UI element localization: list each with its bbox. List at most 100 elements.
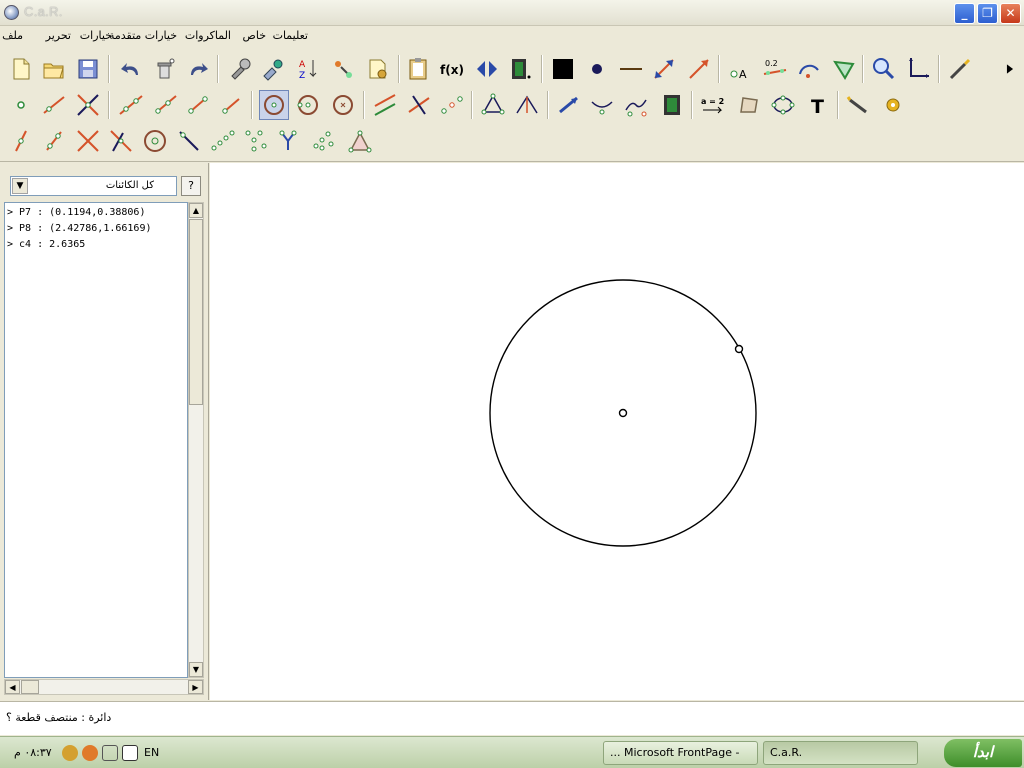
redo-icon[interactable] (183, 54, 213, 84)
macro-run-icon[interactable] (844, 90, 874, 120)
locus-icon[interactable] (621, 90, 651, 120)
menu-macros[interactable]: الماكروات (185, 29, 231, 42)
vertical-scrollbar[interactable]: ▲ ▼ (188, 202, 204, 678)
construction-canvas[interactable] (210, 163, 1024, 700)
close-button[interactable]: ✕ (1000, 3, 1021, 24)
line-tool-icon[interactable] (116, 90, 146, 120)
circle-center-icon[interactable] (140, 126, 170, 156)
move-point-icon[interactable] (328, 54, 358, 84)
tree-points-icon[interactable] (241, 126, 271, 156)
function-icon[interactable]: f(x) (437, 54, 467, 84)
animation-icon[interactable] (657, 90, 687, 120)
scroll-left-icon[interactable]: ◀ (5, 680, 20, 694)
menu-advanced-options[interactable]: خيارات متقدمة (109, 29, 177, 42)
sequence-points-icon[interactable] (309, 126, 339, 156)
language-indicator[interactable]: EN (144, 742, 159, 764)
move-vector-icon[interactable] (554, 90, 584, 120)
arc-icon[interactable] (794, 54, 824, 84)
delete-last-icon[interactable] (150, 54, 180, 84)
clipboard-icon[interactable] (403, 54, 433, 84)
point-p8[interactable] (734, 344, 744, 354)
task-frontpage[interactable]: ... Microsoft FrontPage - (603, 741, 758, 765)
ray-tool-icon[interactable] (150, 90, 180, 120)
midpoint-icon[interactable] (437, 90, 467, 120)
tray-chevron-icon[interactable] (102, 745, 118, 761)
geometry-drawing[interactable] (210, 163, 1024, 700)
scroll-right-icon[interactable]: ▶ (188, 680, 203, 694)
axes-icon[interactable] (903, 54, 933, 84)
undo-icon[interactable] (116, 54, 146, 84)
gear-icon[interactable] (878, 90, 908, 120)
minimize-button[interactable]: _ (954, 3, 975, 24)
edit-object-icon[interactable] (225, 54, 255, 84)
dotted-points-icon[interactable] (207, 126, 237, 156)
reflection-icon[interactable] (106, 126, 136, 156)
point-p7-center[interactable] (618, 408, 628, 418)
objects-filter-select[interactable]: كل الكائنات ▼ (10, 176, 177, 196)
list-item[interactable]: > P8 : (2.42786,1.66169) (7, 221, 187, 237)
line-style-icon[interactable] (616, 54, 646, 84)
list-item[interactable]: > c4 : 2.6365 (7, 237, 187, 253)
fixed-segment-icon[interactable] (217, 90, 247, 120)
cross-lines-icon[interactable] (73, 126, 103, 156)
segment-two-points-icon[interactable] (183, 90, 213, 120)
triangle-fill-icon[interactable] (345, 126, 375, 156)
magic-wand-icon[interactable] (945, 54, 975, 84)
conic-icon[interactable] (768, 90, 798, 120)
mirror-icon[interactable] (472, 54, 502, 84)
intersection-tool-icon[interactable] (73, 90, 103, 120)
angle-icon[interactable] (829, 54, 859, 84)
sort-icon[interactable]: AZ (293, 54, 323, 84)
save-icon[interactable] (73, 54, 103, 84)
triangle-construction-icon[interactable] (478, 90, 508, 120)
help-tray-icon[interactable] (122, 745, 138, 761)
menu-edit[interactable]: تحرير (46, 29, 71, 42)
volume-icon[interactable] (82, 745, 98, 761)
perpendicular-line-icon[interactable] (404, 90, 434, 120)
menu-file[interactable]: ملف (2, 29, 23, 42)
network-icon[interactable] (62, 745, 78, 761)
scroll-thumb[interactable] (21, 680, 39, 694)
scroll-down-icon[interactable]: ▼ (189, 662, 203, 677)
help-button[interactable]: ? (181, 176, 201, 196)
toolbar-overflow-arrow-icon[interactable] (1000, 54, 1020, 84)
vector-arrow-icon[interactable] (684, 54, 714, 84)
animation-film-icon[interactable] (505, 54, 535, 84)
black-square-icon[interactable] (548, 54, 578, 84)
list-item[interactable]: > P7 : (0.1194,0.38806) (7, 205, 187, 221)
circle-tool-icon[interactable] (259, 90, 289, 120)
task-car[interactable]: C.a.R. (763, 741, 918, 765)
open-file-icon[interactable] (39, 54, 69, 84)
scroll-up-icon[interactable]: ▲ (189, 203, 203, 218)
start-button[interactable]: ابدأ (944, 739, 1022, 767)
diagonal-line-icon[interactable] (174, 126, 204, 156)
zoom-icon[interactable] (868, 54, 898, 84)
fixed-circle-icon[interactable] (328, 90, 358, 120)
point-on-line-icon[interactable] (6, 126, 36, 156)
point-tool-icon[interactable] (6, 90, 36, 120)
chevron-down-icon[interactable]: ▼ (12, 178, 28, 194)
value-display-icon[interactable]: 0.2 (760, 54, 790, 84)
menu-special[interactable]: خاص (243, 29, 266, 42)
parallel-line-icon[interactable] (370, 90, 400, 120)
settings-doc-icon[interactable] (363, 54, 393, 84)
point-label-icon[interactable]: A (725, 54, 755, 84)
angle-bisector-icon[interactable] (512, 90, 542, 120)
expression-icon[interactable]: a = 2 (698, 90, 728, 120)
scroll-thumb[interactable] (189, 219, 203, 405)
new-file-icon[interactable] (6, 54, 36, 84)
double-arrow-icon[interactable] (649, 54, 679, 84)
circle-three-points-icon[interactable] (293, 90, 323, 120)
segment-ends-icon[interactable] (39, 126, 69, 156)
menu-help[interactable]: تعليمات (273, 29, 308, 42)
fork-points-icon[interactable] (275, 126, 305, 156)
segment-tool-icon[interactable] (39, 90, 69, 120)
color-brush-icon[interactable] (258, 54, 288, 84)
horizontal-scrollbar[interactable]: ◀ ▶ (4, 679, 204, 695)
polygon-icon[interactable] (735, 90, 765, 120)
maximize-button[interactable]: ❐ (977, 3, 998, 24)
text-tool-icon[interactable]: T (803, 90, 833, 120)
point-style-icon[interactable] (582, 54, 612, 84)
menu-options[interactable]: خيارات (80, 29, 112, 42)
curve-points-icon[interactable] (587, 90, 617, 120)
